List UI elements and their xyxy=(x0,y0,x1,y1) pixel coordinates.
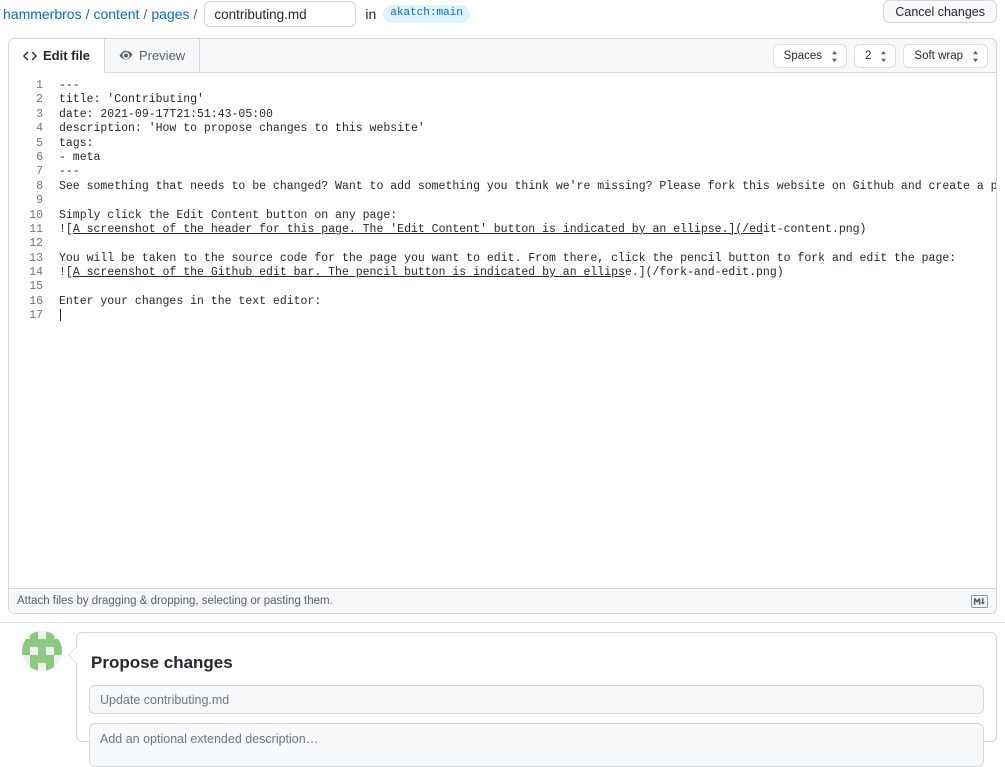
wrap-mode-select[interactable]: Soft wrap xyxy=(903,44,988,68)
markdown-link-text: A screenshot of the header for this page… xyxy=(72,222,763,236)
line-text: - meta xyxy=(59,150,101,164)
code-line: 6 - meta xyxy=(9,151,996,165)
propose-changes-title: Propose changes xyxy=(91,653,233,672)
code-line: 1 --- xyxy=(9,79,996,93)
line-text: tags: xyxy=(59,136,94,150)
line-text: --- xyxy=(59,79,80,92)
indent-size-select[interactable]: 2 xyxy=(854,44,897,68)
code-line: 2 title: 'Contributing' xyxy=(9,93,996,107)
line-text xyxy=(43,280,59,294)
line-number: 16 xyxy=(29,294,43,308)
branch-badge: akatch:main xyxy=(383,4,470,24)
line-number: 2 xyxy=(36,93,43,107)
line-number: 14 xyxy=(29,266,43,280)
code-line: 13 You will be taken to the source code f… xyxy=(9,252,996,266)
code-line: 7 --- xyxy=(9,165,996,179)
editor-tabbar: Edit file Preview Spaces 2 Soft wrap xyxy=(9,39,996,73)
commit-message-input[interactable] xyxy=(89,685,984,714)
line-number: 6 xyxy=(36,150,43,164)
code-line: 12 xyxy=(9,237,996,251)
file-editor-card: Edit file Preview Spaces 2 Soft wrap 1 -… xyxy=(8,38,997,614)
line-text: See something that needs to be changed? … xyxy=(59,179,996,193)
indent-size-value: 2 xyxy=(865,50,872,62)
line-number: 9 xyxy=(36,194,43,208)
line-text: description: 'How to propose changes to … xyxy=(59,122,425,136)
breadcrumb-folder-pages[interactable]: pages xyxy=(151,6,189,22)
line-text: ![A screenshot of the Github edit bar. T… xyxy=(59,266,784,280)
line-number: 5 xyxy=(36,136,43,150)
line-number: 8 xyxy=(36,179,43,193)
indent-mode-value: Spaces xyxy=(783,50,823,62)
code-line: 15 xyxy=(9,280,996,294)
line-text xyxy=(43,237,59,251)
line-number: 3 xyxy=(36,107,43,121)
line-number: 11 xyxy=(29,222,43,236)
breadcrumb-separator: / xyxy=(143,6,148,22)
code-line: 10 Simply click the Edit Content button o… xyxy=(9,209,996,223)
filename-input[interactable] xyxy=(204,1,357,27)
line-text: Enter your changes in the text editor: xyxy=(59,294,322,308)
tab-preview-label: Preview xyxy=(138,48,186,63)
markdown-link-text: A screenshot of the Github edit bar. The… xyxy=(72,266,625,280)
line-number: 13 xyxy=(29,251,43,265)
commit-description-input[interactable] xyxy=(89,723,984,767)
breadcrumb-separator: / xyxy=(85,6,90,22)
editor-settings-group: Spaces 2 Soft wrap xyxy=(772,44,988,68)
line-text: You will be taken to the source code for… xyxy=(59,251,957,265)
chevron-updown-icon xyxy=(830,50,839,63)
line-text: title: 'Contributing' xyxy=(59,93,204,107)
code-line: 5 tags: xyxy=(9,137,996,151)
tab-edit-file[interactable]: Edit file xyxy=(9,39,105,73)
breadcrumb-folder-content[interactable]: content xyxy=(93,6,139,22)
line-text xyxy=(43,194,59,208)
code-line: 4 description: 'How to propose changes to… xyxy=(9,122,996,136)
line-number: 1 xyxy=(36,79,43,92)
line-number: 17 xyxy=(29,309,43,323)
callout-arrow xyxy=(68,647,77,663)
line-text: Simply click the Edit Content button on … xyxy=(59,208,398,222)
attach-files-bar[interactable]: Attach files by dragging & dropping, sel… xyxy=(9,588,996,613)
tab-edit-file-label: Edit file xyxy=(43,48,90,63)
line-number: 7 xyxy=(36,165,43,179)
text-cursor xyxy=(60,309,61,322)
attach-files-hint: Attach files by dragging & dropping, sel… xyxy=(17,595,333,607)
avatar xyxy=(22,631,62,671)
tab-preview[interactable]: Preview xyxy=(105,39,201,72)
code-line: 3 date: 2021-09-17T21:51:43-05:00 xyxy=(9,108,996,122)
code-line: 11 ![A screenshot of the header for this … xyxy=(9,223,996,237)
code-line: 9 xyxy=(9,194,996,208)
breadcrumb-owner[interactable]: hammerbros xyxy=(3,6,82,22)
in-label: in xyxy=(365,6,377,22)
breadcrumb-bar: hammerbros / content / pages / in akatch… xyxy=(0,0,1005,28)
line-text: date: 2021-09-17T21:51:43-05:00 xyxy=(59,107,273,121)
eye-icon xyxy=(119,49,133,63)
chevron-updown-icon xyxy=(971,50,980,63)
code-editor[interactable]: 1 --- 2 title: 'Contributing' 3 date: 2021-09… xyxy=(9,73,996,613)
line-text: --- xyxy=(59,165,80,179)
code-line: 17 xyxy=(9,309,996,323)
code-icon xyxy=(23,49,37,63)
markdown-icon xyxy=(971,594,988,608)
propose-changes-card: Propose changes xyxy=(68,632,997,767)
breadcrumb-separator: / xyxy=(193,6,198,22)
indent-mode-select[interactable]: Spaces xyxy=(772,44,848,68)
line-number: 12 xyxy=(29,237,43,251)
line-text xyxy=(43,309,61,323)
wrap-mode-value: Soft wrap xyxy=(914,50,963,62)
line-number: 15 xyxy=(29,280,43,294)
cancel-changes-button[interactable]: Cancel changes xyxy=(883,0,997,23)
line-number: 4 xyxy=(36,122,43,136)
section-divider xyxy=(0,622,1005,623)
chevron-updown-icon xyxy=(879,50,888,63)
line-number: 10 xyxy=(29,208,43,222)
code-line: 16 Enter your changes in the text editor: xyxy=(9,295,996,309)
code-line: 14 ![A screenshot of the Github edit bar.… xyxy=(9,266,996,280)
code-line: 8 See something that needs to be changed?… xyxy=(9,180,996,194)
line-text: ![A screenshot of the header for this pa… xyxy=(59,222,867,236)
